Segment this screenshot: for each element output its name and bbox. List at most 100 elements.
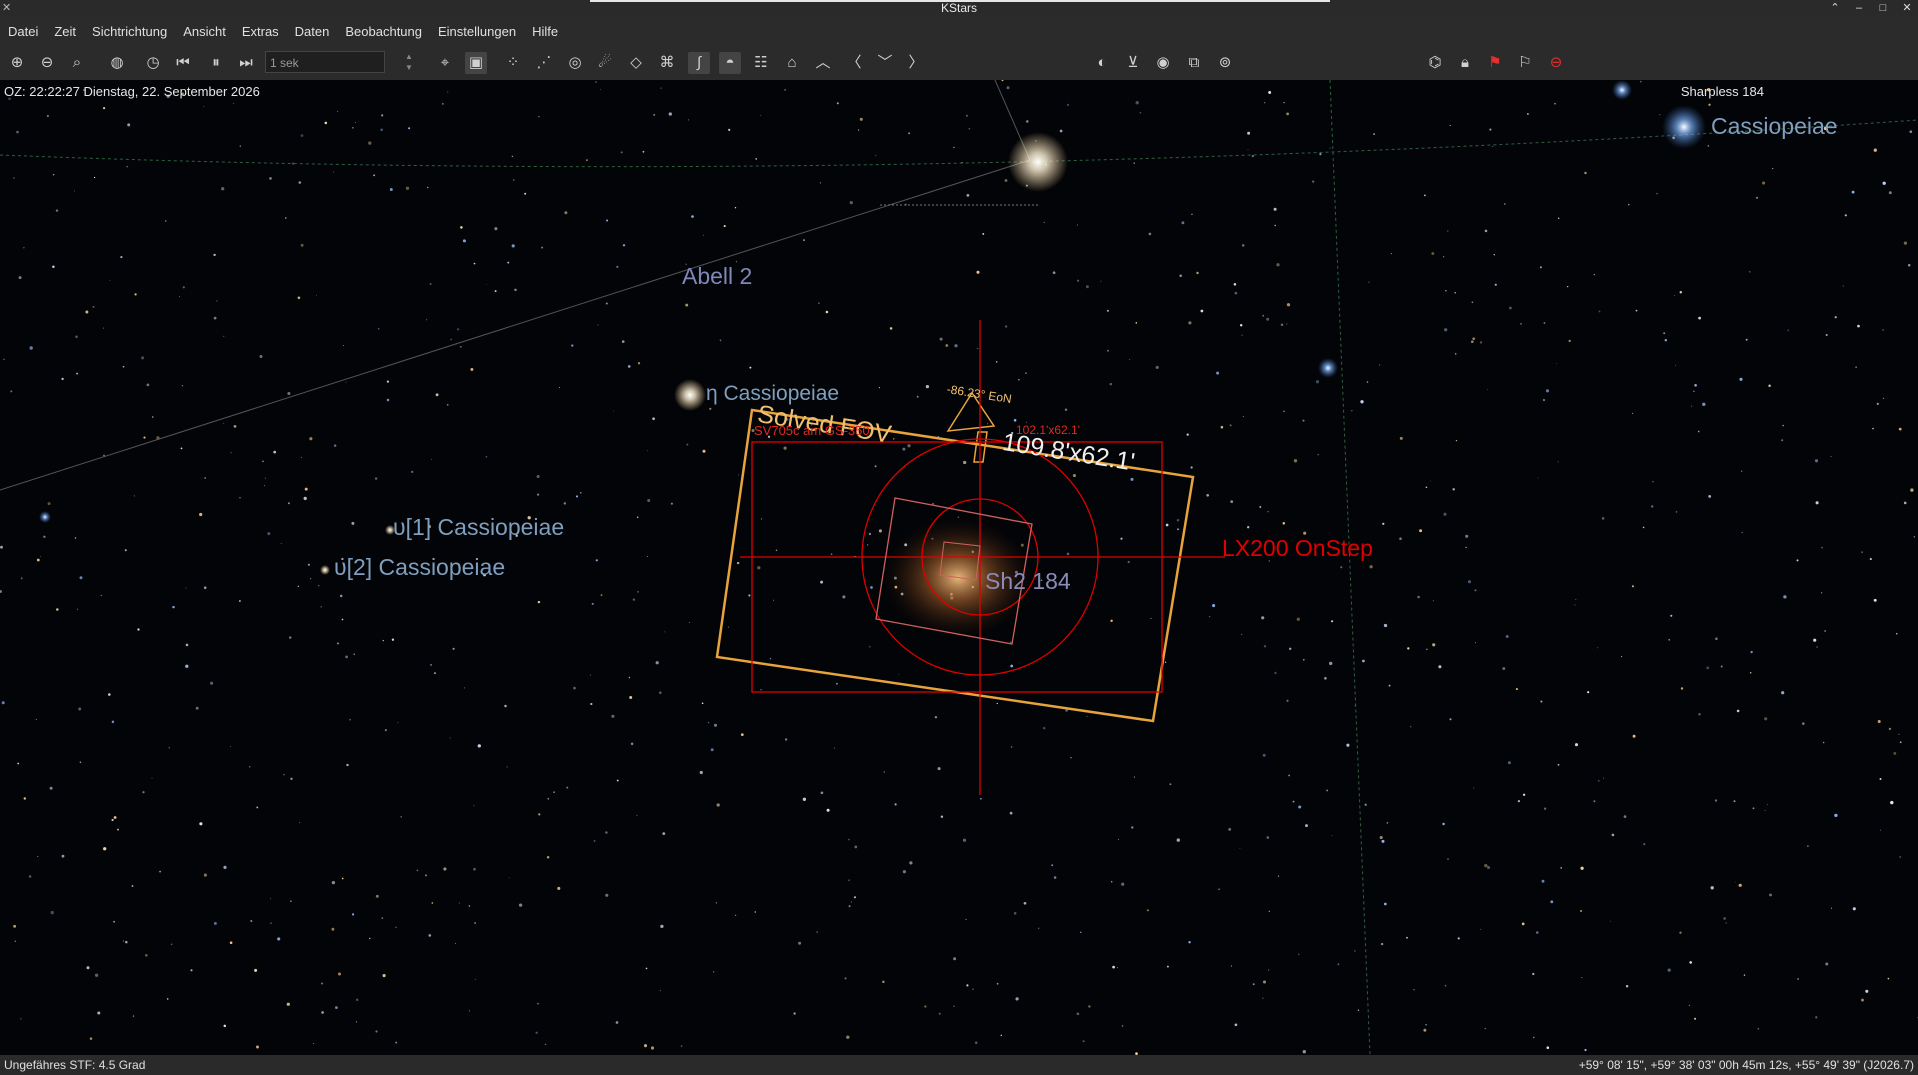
background-star [1772, 168, 1774, 170]
background-star [1188, 321, 1192, 325]
background-star [1503, 203, 1506, 205]
background-star [1337, 963, 1340, 966]
background-star [659, 691, 662, 694]
observation-icon[interactable]: ◉ [1152, 52, 1174, 74]
menu-einstellungen[interactable]: Einstellungen [430, 24, 524, 39]
background-star [125, 940, 128, 944]
stop-icon[interactable]: ⊖ [1545, 52, 1567, 74]
horizon-icon[interactable]: ◓ [719, 52, 741, 74]
background-star [1543, 807, 1547, 810]
background-star [1176, 518, 1180, 522]
time-step-input[interactable]: 1 sek [265, 51, 385, 73]
maximize-icon[interactable]: □ [1876, 0, 1890, 16]
background-star [1191, 213, 1193, 215]
background-star [384, 728, 388, 732]
minimize-icon[interactable]: – [1852, 0, 1866, 16]
background-star [1135, 322, 1138, 324]
background-star [1407, 647, 1410, 650]
constellation-icon[interactable]: ⋰ [533, 52, 555, 74]
background-star [987, 423, 989, 425]
background-star [89, 1037, 93, 1040]
sky-map[interactable]: OZ: 22:22:27 Dienstag, 22. September 202… [0, 80, 1918, 1055]
menu-datei[interactable]: Datei [0, 24, 46, 39]
blue-star-right[interactable] [1318, 358, 1338, 378]
left-icon[interactable]: 〈 [843, 52, 865, 74]
label-abell-2[interactable]: Abell 2 [682, 263, 752, 290]
background-star [798, 941, 802, 945]
globe-icon[interactable]: ◍ [106, 52, 128, 74]
bright-star-top[interactable] [1008, 132, 1068, 192]
up-icon[interactable]: ︿ [812, 52, 834, 74]
fov-icon[interactable]: ⧉ [1183, 52, 1205, 74]
blue-star-top[interactable] [1612, 80, 1632, 100]
grid-icon[interactable]: ☷ [750, 52, 772, 74]
label-upsilon2-cassiopeiae[interactable]: υ[2] Cassiopeiae [334, 554, 505, 581]
eta-cassiopeiae-star[interactable] [674, 379, 706, 411]
clock-icon[interactable]: ◷ [142, 52, 164, 74]
menu-ansicht[interactable]: Ansicht [175, 24, 234, 39]
menu-sichtrichtung[interactable]: Sichtrichtung [84, 24, 175, 39]
close-icon[interactable]: ✕ [1900, 0, 1914, 16]
background-star [1824, 630, 1826, 632]
asteroid-icon[interactable]: ◇ [625, 52, 647, 74]
background-star [628, 676, 631, 679]
sky-canvas[interactable] [0, 80, 1918, 1055]
label-telescope[interactable]: LX200 OnStep [1222, 535, 1373, 562]
satellite-icon[interactable]: ⌘ [656, 52, 678, 74]
background-star [553, 791, 555, 793]
search-icon[interactable]: ⌕ [66, 52, 88, 74]
milky-way-icon[interactable]: ∫ [688, 52, 710, 74]
background-star [1432, 643, 1436, 647]
zoom-fit-icon[interactable]: ⊚ [1214, 52, 1236, 74]
background-star [727, 626, 729, 628]
lock-icon[interactable]: 🔒︎ [1454, 52, 1476, 74]
bright-star-cassiopeiae[interactable] [1662, 105, 1706, 149]
skip-back-icon[interactable]: ⏮ [172, 52, 194, 74]
upsilon2-star[interactable] [320, 565, 330, 575]
time-step-spinner[interactable]: ▲ ▼ [400, 51, 418, 73]
background-star [1825, 333, 1828, 337]
background-star [1276, 263, 1280, 267]
background-star [605, 831, 608, 834]
background-star [1766, 803, 1768, 805]
menu-extras[interactable]: Extras [234, 24, 287, 39]
telescope-icon[interactable]: ⊻ [1122, 52, 1144, 74]
background-star [1536, 931, 1539, 934]
background-star [1082, 1040, 1085, 1043]
stars-icon[interactable]: ⁘ [502, 52, 524, 74]
background-star [575, 495, 579, 498]
blue-star-left[interactable] [39, 511, 51, 523]
label-sh2-184[interactable]: Sh2 184 [985, 568, 1071, 595]
right-icon[interactable]: 〉 [905, 52, 927, 74]
background-star [1013, 912, 1017, 915]
ekos-icon[interactable]: ◐ [1091, 52, 1113, 74]
flag-red-icon[interactable]: ⚑ [1484, 52, 1506, 74]
background-star [1303, 659, 1305, 661]
chevron-up-icon[interactable]: ⌃ [1828, 0, 1842, 16]
zoom-in-icon[interactable]: ⊕ [6, 52, 28, 74]
comet-icon[interactable]: ☄ [594, 52, 616, 74]
background-star [1286, 699, 1289, 702]
background-star [1822, 741, 1825, 744]
background-star [351, 521, 355, 525]
label-cassiopeiae[interactable]: Cassiopeiae [1711, 113, 1838, 140]
target-icon[interactable]: ⌖ [434, 52, 456, 74]
down-icon[interactable]: ﹀ [874, 52, 896, 74]
house-icon[interactable]: ⌬ [1424, 52, 1446, 74]
image-view-icon[interactable]: ▣ [465, 52, 487, 74]
background-star [802, 239, 806, 242]
menu-hilfe[interactable]: Hilfe [524, 24, 566, 39]
background-star [1540, 700, 1543, 703]
label-upsilon1-cassiopeiae[interactable]: υ[1] Cassiopeiae [393, 514, 564, 541]
deep-sky-icon[interactable]: ◎ [564, 52, 586, 74]
flag-gray-icon[interactable]: ⚐ [1514, 52, 1536, 74]
skip-forward-icon[interactable]: ⏭ [235, 52, 257, 74]
menu-beobachtung[interactable]: Beobachtung [337, 24, 430, 39]
pause-icon[interactable]: ⏸ [205, 52, 227, 74]
background-star [1899, 856, 1902, 858]
menu-daten[interactable]: Daten [287, 24, 338, 39]
menu-zeit[interactable]: Zeit [46, 24, 84, 39]
background-star [1417, 595, 1420, 599]
home-icon[interactable]: ⌂ [781, 52, 803, 74]
zoom-out-icon[interactable]: ⊖ [36, 52, 58, 74]
